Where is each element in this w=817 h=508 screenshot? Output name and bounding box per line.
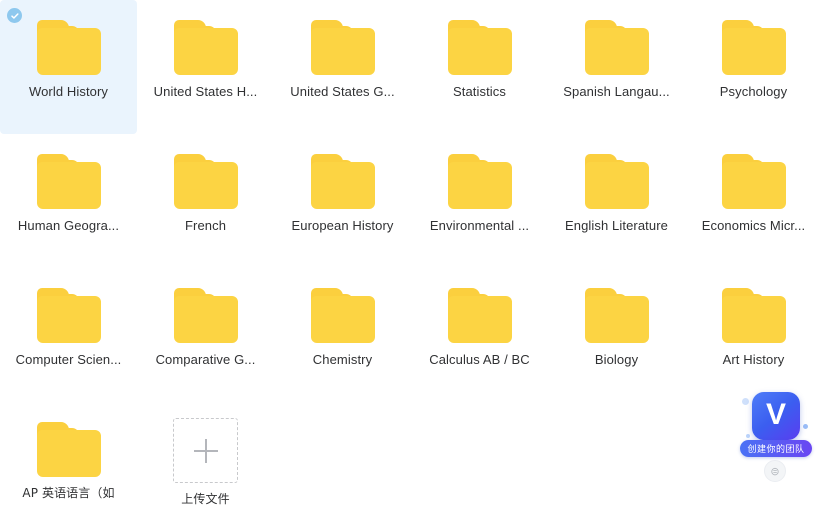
upload-tile-label: 上传文件 bbox=[181, 492, 230, 506]
folder-body-shape bbox=[447, 296, 512, 343]
folder-item-label: United States H... bbox=[153, 84, 258, 99]
folder-icon bbox=[310, 154, 375, 209]
folder-item-label: World History bbox=[28, 84, 109, 99]
folder-body-shape bbox=[721, 162, 786, 209]
plus-icon[interactable] bbox=[173, 418, 238, 483]
folder-body-shape bbox=[584, 28, 649, 75]
folder-item-label: Human Geogra... bbox=[17, 218, 120, 233]
folder-body-shape bbox=[721, 296, 786, 343]
folder-icon bbox=[173, 288, 238, 343]
folder-body-shape bbox=[36, 162, 101, 209]
folder-item-label: Computer Scien... bbox=[15, 352, 122, 367]
folder-item[interactable]: Computer Scien... bbox=[0, 268, 137, 402]
folder-body-shape bbox=[36, 28, 101, 75]
folder-icon bbox=[721, 154, 786, 209]
upload-file-tile[interactable]: 上传文件 bbox=[137, 402, 274, 508]
sparkle-dot-icon bbox=[803, 424, 808, 429]
promo-logo-letter: V bbox=[765, 398, 786, 431]
folder-item-label: Spanish Langau... bbox=[563, 84, 670, 99]
folder-item-label: Biology bbox=[594, 352, 639, 367]
folder-icon bbox=[721, 288, 786, 343]
folder-icon bbox=[36, 154, 101, 209]
promo-logo-icon[interactable]: V bbox=[752, 392, 800, 440]
folder-body-shape bbox=[447, 162, 512, 209]
folder-item[interactable]: Economics Micr... bbox=[685, 134, 817, 268]
folder-item[interactable]: Art History bbox=[685, 268, 817, 402]
folder-icon bbox=[447, 154, 512, 209]
folder-item-label: Comparative G... bbox=[155, 352, 256, 367]
folder-item-label: European History bbox=[291, 218, 394, 233]
folder-item[interactable]: European History bbox=[274, 134, 411, 268]
folder-body-shape bbox=[584, 296, 649, 343]
folder-icon bbox=[584, 20, 649, 75]
folder-browser-page: World History United States H... United St… bbox=[0, 0, 817, 508]
folder-item[interactable]: Environmental ... bbox=[411, 134, 548, 268]
sparkle-dot-icon bbox=[742, 398, 749, 405]
folder-item-label: Chemistry bbox=[312, 352, 373, 367]
folder-body-shape bbox=[173, 162, 238, 209]
folder-icon bbox=[36, 20, 101, 75]
folder-item[interactable]: United States H... bbox=[137, 0, 274, 134]
folder-icon bbox=[310, 288, 375, 343]
folder-body-shape bbox=[36, 430, 101, 477]
promo-widget[interactable]: V 创建你的团队 ⊜ bbox=[740, 386, 812, 482]
folder-body-shape bbox=[173, 296, 238, 343]
folder-body-shape bbox=[36, 296, 101, 343]
folder-body-shape bbox=[173, 28, 238, 75]
folder-icon bbox=[447, 288, 512, 343]
folder-item[interactable]: Calculus AB / BC bbox=[411, 268, 548, 402]
folder-item-label: United States G... bbox=[290, 84, 395, 99]
sparkle-dot-icon bbox=[746, 434, 750, 438]
folder-item[interactable]: United States G... bbox=[274, 0, 411, 134]
folder-item[interactable]: Biology bbox=[548, 268, 685, 402]
folder-item-label: AP 英语语言（如 bbox=[22, 486, 115, 500]
folder-item-label: French bbox=[184, 218, 227, 233]
folder-icon bbox=[721, 20, 786, 75]
folder-body-shape bbox=[721, 28, 786, 75]
check-circle-icon[interactable] bbox=[7, 8, 22, 23]
folder-item[interactable]: French bbox=[137, 134, 274, 268]
folder-icon bbox=[447, 20, 512, 75]
folder-grid: World History United States H... United St… bbox=[0, 0, 817, 508]
folder-body-shape bbox=[310, 162, 375, 209]
folder-icon bbox=[584, 288, 649, 343]
folder-item-label: Art History bbox=[722, 352, 785, 367]
folder-icon bbox=[173, 20, 238, 75]
folder-item-label: Psychology bbox=[719, 84, 788, 99]
folder-item-label: Calculus AB / BC bbox=[429, 352, 530, 367]
folder-item[interactable]: Statistics bbox=[411, 0, 548, 134]
folder-item-label: Statistics bbox=[452, 84, 506, 99]
folder-item[interactable]: Chemistry bbox=[274, 268, 411, 402]
create-team-button[interactable]: 创建你的团队 bbox=[740, 440, 812, 457]
folder-body-shape bbox=[310, 296, 375, 343]
folder-icon bbox=[36, 422, 101, 477]
folder-icon bbox=[173, 154, 238, 209]
folder-item[interactable]: Comparative G... bbox=[137, 268, 274, 402]
folder-item-label: English Literature bbox=[565, 218, 668, 233]
folder-item-label: Economics Micr... bbox=[701, 218, 806, 233]
folder-body-shape bbox=[447, 28, 512, 75]
folder-item[interactable]: English Literature bbox=[548, 134, 685, 268]
folder-item-label: Environmental ... bbox=[429, 218, 530, 233]
promo-secondary-icon[interactable]: ⊜ bbox=[764, 460, 786, 482]
folder-item[interactable]: Spanish Langau... bbox=[548, 0, 685, 134]
folder-icon bbox=[584, 154, 649, 209]
folder-icon bbox=[36, 288, 101, 343]
folder-body-shape bbox=[310, 28, 375, 75]
folder-item[interactable]: AP 英语语言（如 bbox=[0, 402, 137, 508]
folder-item[interactable]: Psychology bbox=[685, 0, 817, 134]
plus-glyph bbox=[193, 438, 218, 463]
folder-item[interactable]: Human Geogra... bbox=[0, 134, 137, 268]
folder-body-shape bbox=[584, 162, 649, 209]
folder-item[interactable]: World History bbox=[0, 0, 137, 134]
folder-icon bbox=[310, 20, 375, 75]
